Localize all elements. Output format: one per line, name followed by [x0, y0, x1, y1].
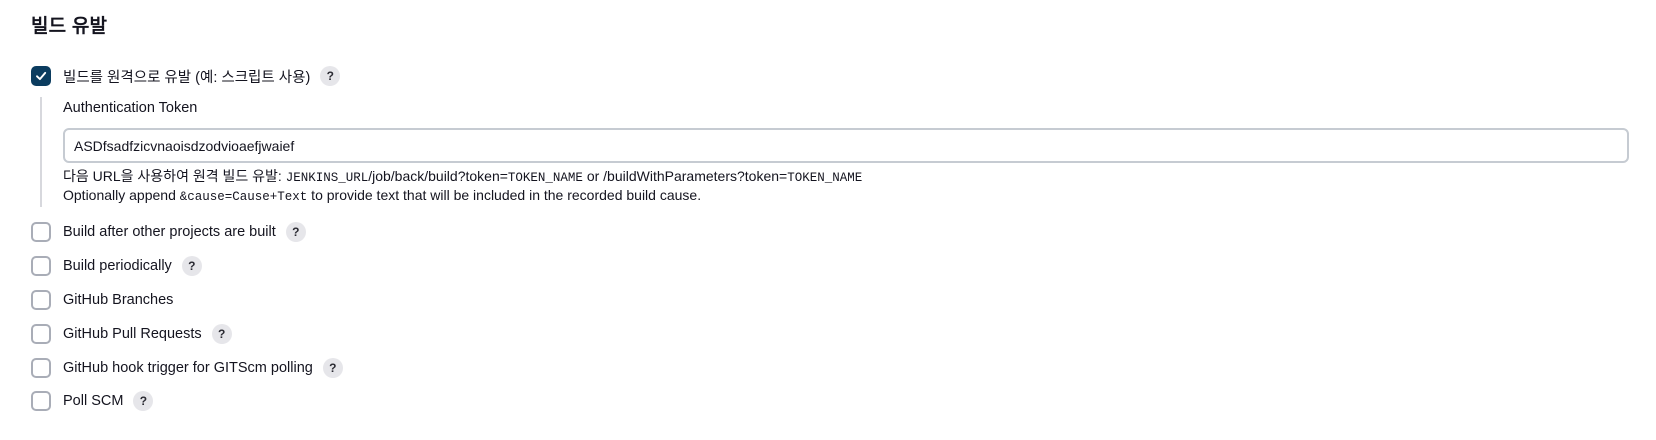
trigger-row: GitHub Branches: [31, 288, 173, 312]
nested-options-bar: [40, 97, 42, 207]
trigger-label[interactable]: GitHub hook trigger for GITScm polling: [63, 360, 313, 376]
help-icon[interactable]: ?: [285, 222, 306, 242]
trigger-label[interactable]: Build periodically: [63, 258, 172, 274]
github-hook-trigger-checkbox[interactable]: [31, 358, 51, 378]
remote-build-label[interactable]: 빌드를 원격으로 유발 (예: 스크립트 사용): [63, 66, 310, 87]
trigger-label[interactable]: GitHub Pull Requests: [63, 326, 202, 342]
cause-desc-suffix: to provide text that will be included in…: [307, 187, 702, 203]
poll-scm-checkbox[interactable]: [31, 391, 51, 411]
authentication-token-label: Authentication Token: [63, 100, 198, 116]
build-after-other-projects-checkbox[interactable]: [31, 222, 51, 242]
trigger-remote-build-row: 빌드를 원격으로 유발 (예: 스크립트 사용) ?: [31, 64, 341, 88]
build-cause-description: Optionally append &cause=Cause+Text to p…: [63, 187, 701, 204]
help-icon[interactable]: ?: [181, 256, 202, 276]
url-desc-or: or /buildWithParameters?token=: [582, 168, 788, 184]
jenkins-url-code: JENKINS_URL: [285, 171, 369, 185]
trigger-row: GitHub Pull Requests ?: [31, 322, 232, 346]
trigger-label[interactable]: GitHub Branches: [63, 292, 173, 308]
cause-code: &cause=Cause+Text: [179, 190, 308, 204]
authentication-token-input[interactable]: [63, 128, 1629, 163]
remote-build-checkbox[interactable]: [31, 66, 51, 86]
trigger-row: Build periodically ?: [31, 254, 202, 278]
trigger-label[interactable]: Build after other projects are built: [63, 224, 276, 240]
github-pull-requests-checkbox[interactable]: [31, 324, 51, 344]
token-name-code: TOKEN_NAME: [507, 171, 583, 185]
trigger-row: Build after other projects are built ?: [31, 220, 306, 244]
token-name-code: TOKEN_NAME: [787, 171, 863, 185]
section-title: 빌드 유발: [31, 16, 108, 37]
build-periodically-checkbox[interactable]: [31, 256, 51, 276]
url-desc-prefix: 다음 URL을 사용하여 원격 빌드 유발:: [63, 168, 286, 184]
help-icon[interactable]: ?: [133, 391, 154, 411]
github-branches-checkbox[interactable]: [31, 290, 51, 310]
trigger-row: GitHub hook trigger for GITScm polling ?: [31, 356, 343, 380]
cause-desc-prefix: Optionally append: [63, 187, 180, 203]
trigger-label[interactable]: Poll SCM: [63, 393, 123, 409]
help-icon[interactable]: ?: [211, 324, 232, 344]
help-icon[interactable]: ?: [320, 66, 341, 86]
check-icon: [36, 71, 47, 81]
trigger-row: Poll SCM ?: [31, 389, 154, 413]
help-icon[interactable]: ?: [322, 358, 343, 378]
remote-url-description: 다음 URL을 사용하여 원격 빌드 유발: JENKINS_URL/job/b…: [63, 166, 862, 186]
url-desc-path: /job/back/build?token=: [368, 168, 508, 184]
